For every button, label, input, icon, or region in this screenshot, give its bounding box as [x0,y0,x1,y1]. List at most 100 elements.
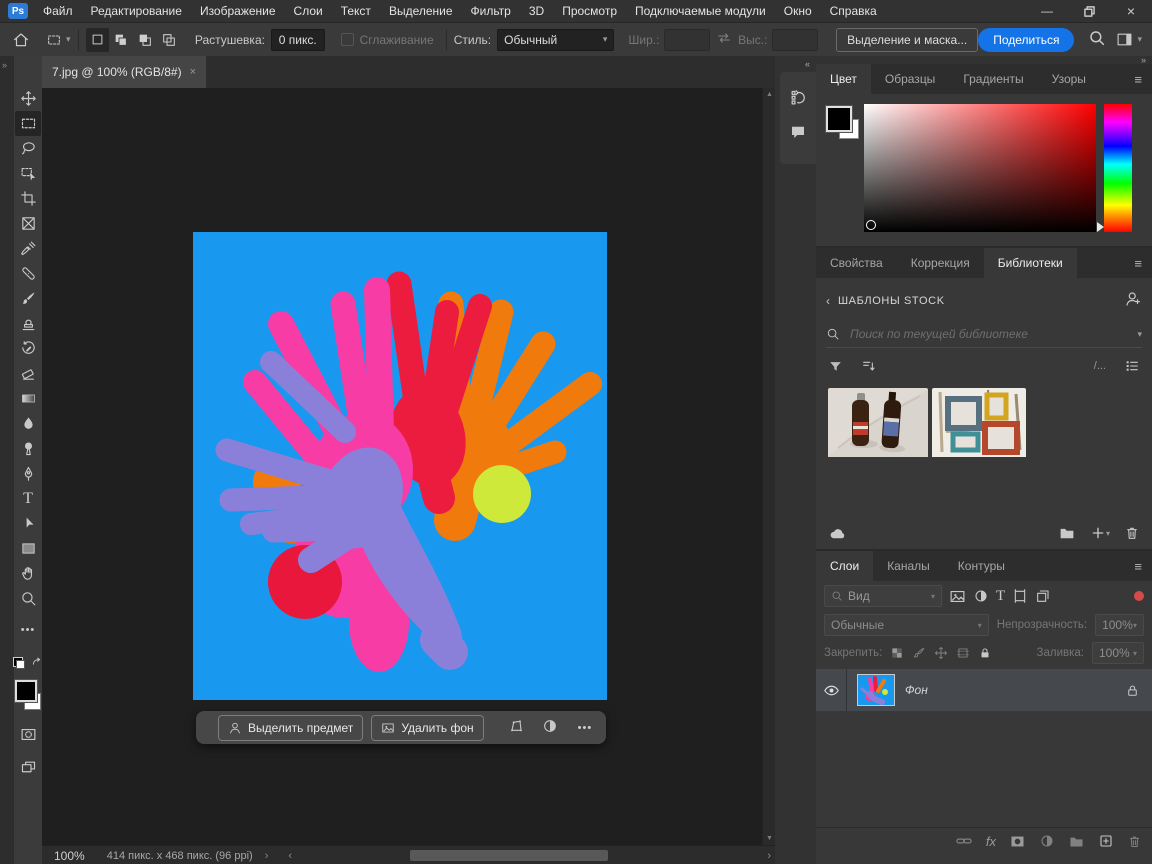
delete-icon[interactable] [1124,525,1140,541]
hue-strip[interactable] [1104,104,1132,232]
close-icon[interactable]: × [1110,0,1152,22]
quick-mask-icon[interactable] [15,722,41,747]
back-chevron-icon[interactable]: ‹ [826,294,830,308]
remove-background-button[interactable]: Удалить фон [371,715,483,741]
layer-name[interactable]: Фон [905,683,928,697]
vertical-scrollbar[interactable]: ▲ ▼ [762,88,776,845]
tab-gradients[interactable]: Градиенты [949,64,1037,94]
screen-mode-icon[interactable] [15,755,41,780]
group-folder-icon[interactable] [1058,524,1076,542]
tab-patterns[interactable]: Узоры [1038,64,1100,94]
object-selection-tool-icon[interactable] [15,161,41,186]
new-layer-icon[interactable] [1098,833,1114,849]
menu-file[interactable]: Файл [34,4,82,18]
menu-filter[interactable]: Фильтр [462,4,520,18]
tool-preset-picker[interactable]: ▾ [46,32,71,48]
menu-3d[interactable]: 3D [520,4,553,18]
filter-pixel-layers-icon[interactable] [949,588,966,605]
filter-shape-layers-icon[interactable] [1012,588,1028,604]
swap-dimensions-icon[interactable] [716,30,732,49]
document-canvas[interactable] [193,232,607,700]
eyedropper-tool-icon[interactable] [15,236,41,261]
canvas-area[interactable]: Выделить предмет Удалить фон ••• [42,88,762,845]
color-field-marker[interactable] [866,220,876,230]
filter-smart-objects-icon[interactable] [1035,588,1051,604]
collapse-color-dock-icon[interactable]: » [1141,55,1146,65]
foreground-swatch[interactable] [826,106,852,132]
eraser-tool-icon[interactable] [15,361,41,386]
lock-all-icon[interactable] [978,646,992,660]
move-tool-icon[interactable] [15,86,41,111]
edit-toolbar-ellipsis-icon[interactable]: ••• [15,617,41,642]
antialias-checkbox[interactable] [341,33,354,46]
foreground-color-swatch[interactable] [15,680,37,702]
menu-layers[interactable]: Слои [285,4,332,18]
horizontal-scrollbar[interactable] [292,846,767,864]
search-icon[interactable] [1088,29,1106,50]
lock-transparency-icon[interactable] [890,646,904,660]
height-input[interactable] [772,29,818,51]
lock-position-icon[interactable] [934,646,948,660]
tab-paths[interactable]: Контуры [944,551,1019,581]
tab-adjustments[interactable]: Коррекция [897,248,984,278]
collapse-dock-icon[interactable]: « [805,59,810,69]
more-options-ellipsis-icon[interactable]: ••• [572,722,599,734]
tab-swatches[interactable]: Образцы [871,64,949,94]
restore-icon[interactable] [1068,0,1110,22]
menu-help[interactable]: Справка [821,4,886,18]
menu-image[interactable]: Изображение [191,4,285,18]
history-brush-tool-icon[interactable] [15,336,41,361]
lock-pixels-icon[interactable] [912,646,926,660]
selection-mode-add-icon[interactable] [109,28,133,52]
layers-panel-menu-icon[interactable]: ≡ [1124,551,1152,581]
filter-type-layers-icon[interactable]: T [996,588,1005,605]
filter-adjustment-layers-icon[interactable] [973,588,989,604]
hand-tool-icon[interactable] [15,561,41,586]
transform-icon[interactable] [504,718,528,737]
tab-channels[interactable]: Каналы [873,551,944,581]
libraries-panel-menu-icon[interactable]: ≡ [1124,248,1152,278]
layer-thumbnail[interactable] [857,674,895,706]
layer-filter-search[interactable]: Вид ▾ [824,585,942,607]
menu-window[interactable]: Окно [775,4,821,18]
document-tab[interactable]: 7.jpg @ 100% (RGB/8#) × [42,56,206,88]
comments-panel-icon[interactable] [789,123,807,141]
workspace-switcher-icon[interactable]: ▾ [1116,31,1142,48]
lock-artboard-icon[interactable] [956,646,970,660]
width-input[interactable] [664,29,710,51]
tab-libraries[interactable]: Библиотеки [984,248,1077,278]
menu-type[interactable]: Текст [332,4,380,18]
link-layers-icon[interactable] [955,832,973,850]
hscroll-right-icon[interactable]: › [767,850,771,862]
lasso-tool-icon[interactable] [15,136,41,161]
zoom-level[interactable]: 100% [54,849,85,863]
blur-tool-icon[interactable] [15,411,41,436]
color-saturation-field[interactable] [864,104,1096,232]
search-scope-chevron-icon[interactable]: ▾ [1137,329,1142,340]
history-panel-icon[interactable] [789,88,808,107]
menu-select[interactable]: Выделение [380,4,462,18]
default-colors-icon[interactable] [13,657,25,669]
layer-filter-toggle[interactable] [1134,591,1144,601]
crop-tool-icon[interactable] [15,186,41,211]
hue-slider-arrow[interactable] [1097,222,1104,232]
dodge-tool-icon[interactable] [15,436,41,461]
gradient-tool-icon[interactable] [15,386,41,411]
tab-close-icon[interactable]: × [190,66,196,78]
library-search[interactable]: ▾ [826,321,1142,348]
new-group-icon[interactable] [1068,833,1085,850]
layer-row-background[interactable]: Фон [816,669,1152,711]
delete-layer-icon[interactable] [1127,834,1142,849]
list-view-icon[interactable] [1124,358,1140,374]
add-layer-mask-icon[interactable] [1009,833,1026,850]
new-adjustment-layer-icon[interactable] [1039,833,1055,849]
healing-brush-tool-icon[interactable] [15,261,41,286]
adjustments-icon[interactable] [536,718,564,737]
tab-properties[interactable]: Свойства [816,248,897,278]
library-item-frames[interactable] [932,388,1026,460]
selection-mode-new-icon[interactable] [86,28,110,52]
feather-input[interactable]: 0 пикс. [271,29,325,51]
expand-left-icon[interactable]: » [0,56,14,70]
library-search-input[interactable] [848,326,1129,342]
zoom-tool-icon[interactable] [15,586,41,611]
